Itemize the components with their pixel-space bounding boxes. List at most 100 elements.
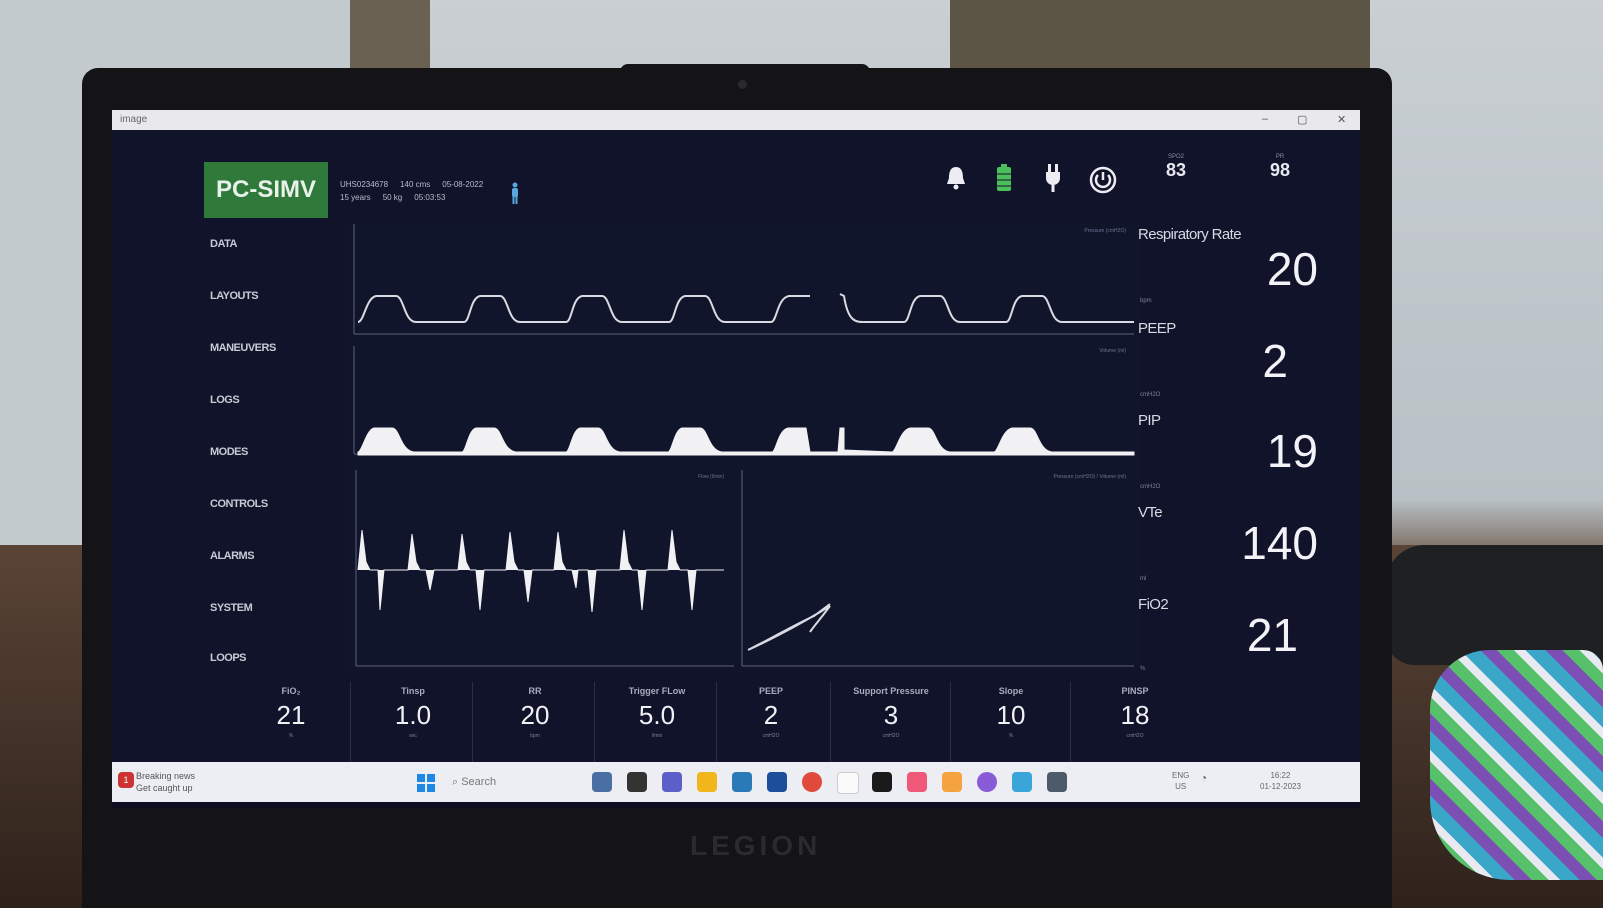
webcam-icon — [738, 80, 747, 89]
laptop-brand: LEGION — [690, 830, 822, 861]
person-icon[interactable] — [510, 182, 520, 204]
copilot-icon[interactable] — [977, 772, 997, 792]
patient-height: 140 cms — [400, 180, 431, 189]
setting-slope-unit: % — [1008, 733, 1014, 739]
language-indicator[interactable]: ENG US — [1172, 770, 1189, 792]
peep-measured-label: PEEP — [1138, 320, 1176, 337]
waveform-plots: Pressure (cmH2O) Volume (ml) Flow (l/min… — [344, 222, 1140, 668]
region-label: US — [1175, 782, 1187, 791]
flow-plot-title: Flow (l/min) — [698, 474, 724, 480]
setting-slope[interactable]: Slope 10 % — [952, 682, 1071, 762]
laptop-screen: image – ▢ ✕ PC-SIMV UHS0234678 140 cms 05-… — [112, 110, 1360, 808]
mode-badge[interactable]: PC-SIMV — [204, 162, 328, 218]
peep-measured-value: 2 — [1262, 335, 1288, 387]
nav-logs[interactable]: LOGS — [210, 394, 310, 406]
power-plug-icon — [1046, 164, 1060, 192]
search-icon: ⌕ — [452, 776, 462, 788]
patient-time: 05:03:53 — [414, 193, 446, 202]
setting-support-pressure[interactable]: Support Pressure 3 cmH2O — [832, 682, 951, 762]
nav-modes[interactable]: MODES — [210, 446, 310, 458]
settings-bar: FiO₂ 21 % Tinsp 1.0 sec RR 20 bpm Trigge… — [232, 682, 1360, 766]
setting-trigger-flow[interactable]: Trigger FLow 5.0 l/min — [598, 682, 717, 762]
news-title: Breaking news — [136, 771, 196, 781]
l-app-icon[interactable] — [767, 772, 787, 792]
nav-system[interactable]: SYSTEM — [210, 602, 310, 614]
setting-trigger-flow-unit: l/min — [651, 733, 663, 739]
document-app-icon[interactable] — [837, 772, 859, 794]
setting-peep[interactable]: PEEP 2 cmH2O — [712, 682, 831, 762]
peep-measured-unit: cmH2O — [1140, 392, 1161, 398]
snipping-tool-icon[interactable] — [942, 772, 962, 792]
setting-pinsp[interactable]: PINSP 18 cmH2O — [1076, 682, 1194, 762]
setting-peep-label: PEEP — [758, 686, 783, 696]
nav-layouts[interactable]: LAYOUTS — [210, 290, 310, 302]
nav-alarms[interactable]: ALARMS — [210, 550, 310, 562]
clock-time: 16:22 — [1270, 771, 1291, 780]
photos-app-icon[interactable] — [1012, 772, 1032, 792]
nav-data[interactable]: DATA — [210, 238, 310, 250]
close-button[interactable]: ✕ — [1337, 113, 1346, 126]
nav-controls[interactable]: CONTROLS — [210, 498, 310, 510]
pip-value: 19 — [1266, 425, 1318, 477]
setting-fio2-label: FiO₂ — [281, 686, 301, 696]
bell-icon[interactable] — [944, 164, 968, 192]
power-button-icon[interactable] — [1089, 166, 1117, 194]
search-label: Search — [461, 776, 497, 788]
battery-icon — [997, 164, 1011, 191]
fio2-measured-unit: % — [1140, 666, 1146, 672]
setting-rr-value: 20 — [520, 700, 550, 730]
setting-rr-unit: bpm — [530, 733, 540, 739]
setting-tinsp[interactable]: Tinsp 1.0 sec — [354, 682, 473, 762]
vte-unit: ml — [1140, 576, 1147, 582]
maximize-button[interactable]: ▢ — [1297, 113, 1307, 126]
setting-rr[interactable]: RR 20 bpm — [476, 682, 595, 762]
volume-plot-title: Volume (ml) — [1099, 348, 1126, 354]
rr-unit: bpm — [1140, 298, 1152, 304]
minimize-button[interactable]: – — [1262, 113, 1268, 125]
patient-weight: 50 kg — [382, 193, 403, 202]
setting-tinsp-unit: sec — [409, 733, 417, 739]
ventilator-app: PC-SIMV UHS0234678 140 cms 05-08-2022 15 y… — [112, 130, 1360, 770]
chat-app-icon[interactable] — [662, 772, 682, 792]
taskbar-search[interactable]: ⌕ Search — [452, 772, 552, 792]
paint-app-icon[interactable] — [907, 772, 927, 792]
background-toy — [1430, 650, 1603, 880]
patient-date: 05-08-2022 — [442, 180, 484, 189]
wifi-icon[interactable]: ◔ — [1200, 772, 1207, 784]
pycharm-icon[interactable] — [872, 772, 892, 792]
setting-pinsp-value: 18 — [1120, 700, 1150, 730]
image-app-icon[interactable] — [1047, 772, 1067, 792]
pressure-plot-title: Pressure (cmH2O) — [1084, 228, 1126, 234]
fio2-measured-label: FiO2 — [1138, 596, 1169, 613]
fio2-measured-value: 21 — [1246, 609, 1298, 661]
nav-maneuvers[interactable]: MANEUVERS — [210, 342, 310, 354]
loop-plot-title: Pressure (cmH2O) / Volume (ml) — [1053, 474, 1126, 480]
setting-support-pressure-unit: cmH2O — [882, 733, 900, 739]
mail-app-icon[interactable] — [732, 772, 752, 792]
setting-peep-unit: cmH2O — [762, 733, 780, 739]
patient-id: UHS0234678 — [340, 180, 389, 189]
spo2-vital: SPO2 83 — [1156, 154, 1196, 181]
patient-info: UHS0234678 140 cms 05-08-2022 15 years 50 k… — [340, 178, 495, 204]
news-subtitle: Get caught up — [136, 783, 193, 793]
language-label: ENG — [1172, 771, 1190, 780]
setting-fio2-unit: % — [288, 733, 294, 739]
task-view-icon[interactable] — [627, 772, 647, 792]
background-bag — [1385, 545, 1603, 665]
windows-taskbar: 1 Breaking news Get caught up ⌕ Search E… — [112, 762, 1360, 802]
news-badge[interactable]: 1 — [118, 772, 134, 788]
setting-support-pressure-value: 3 — [883, 700, 899, 730]
file-explorer-icon[interactable] — [697, 772, 717, 792]
chrome-icon[interactable] — [802, 772, 822, 792]
setting-fio2[interactable]: FiO₂ 21 % — [232, 682, 351, 762]
setting-slope-value: 10 — [996, 700, 1026, 730]
setting-rr-label: RR — [528, 686, 542, 696]
nav-loops[interactable]: LOOPS — [210, 652, 310, 664]
widgets-app-icon[interactable] — [592, 772, 612, 792]
news-widget[interactable]: Breaking news Get caught up — [136, 770, 195, 794]
setting-support-pressure-label: Support Pressure — [853, 686, 929, 696]
setting-slope-label: Slope — [998, 686, 1024, 696]
windows-start-icon[interactable] — [417, 774, 435, 792]
clock[interactable]: 16:22 01-12-2023 — [1260, 770, 1301, 792]
window-titlebar: image – ▢ ✕ — [112, 110, 1360, 130]
